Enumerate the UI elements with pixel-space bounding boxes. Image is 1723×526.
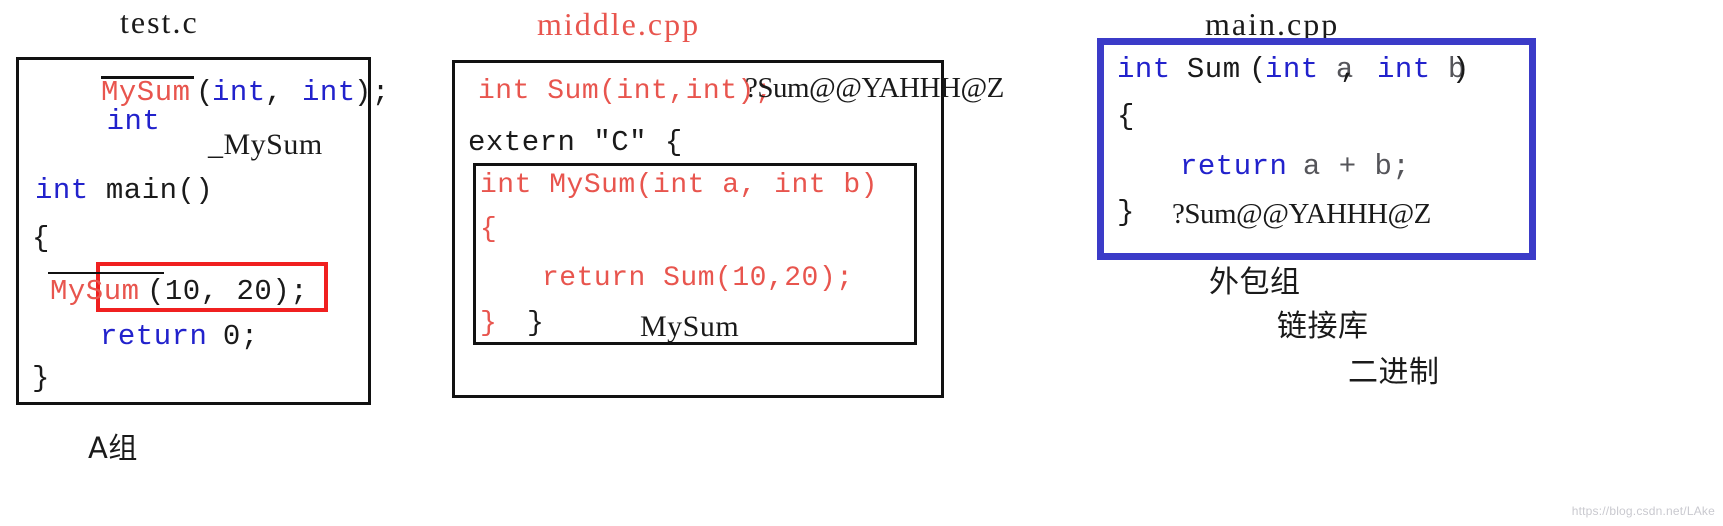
left-line1-param1-type: int — [212, 76, 266, 109]
left-line1-func-name: MySum — [101, 76, 191, 109]
middle-mysum-close-brace: } — [480, 308, 498, 339]
right-close-brace: } — [1117, 196, 1135, 229]
left-line1-close-paren: ); — [354, 76, 390, 109]
left-return-keyword: return — [100, 320, 208, 353]
diagram-canvas: test.c int MySum ( int , int ); _MySum i… — [0, 0, 1723, 526]
right-mangled-name: ?Sum@@YAHHH@Z — [1172, 198, 1431, 230]
right-line1-keyword-int: int — [1117, 53, 1171, 86]
right-label-outsourcing-group: 外包组 — [1209, 265, 1301, 300]
panel-middle-title: middle.cpp — [537, 6, 701, 42]
right-line1-param2-type: int — [1377, 53, 1431, 86]
csdn-watermark: https://blog.csdn.net/LAke — [1571, 504, 1715, 518]
left-line3-keyword-int: int — [35, 174, 89, 207]
panel-right-title: main.cpp — [1205, 6, 1340, 42]
right-line1-comma: , — [1340, 53, 1376, 86]
left-return-value: 0; — [205, 320, 259, 353]
panel-left-group-label: A组 — [88, 431, 138, 465]
right-label-binary: 二进制 — [1348, 355, 1440, 390]
right-line1-close-paren: ) — [1452, 53, 1470, 86]
right-label-link-library: 链接库 — [1277, 309, 1369, 344]
keyword-int: int — [106, 105, 161, 138]
middle-mysum-open-brace: { — [480, 214, 498, 245]
left-open-brace: { — [32, 222, 50, 255]
right-line1-param1-type: int — [1265, 53, 1319, 86]
middle-mysum-return: return Sum(10,20); — [542, 263, 854, 294]
middle-extern-close-brace: } — [527, 308, 545, 339]
right-return-keyword: return — [1180, 150, 1288, 183]
left-line3-main: main() — [88, 174, 214, 207]
middle-mangled-name: ?Sum@@YAHHH@Z — [745, 72, 1004, 104]
left-decorated-name-annotation: _MySum — [208, 128, 323, 161]
right-return-expression: a + b; — [1285, 150, 1411, 183]
left-call-args: (10, 20); — [147, 275, 309, 308]
left-line1-param2-type: int — [302, 76, 356, 109]
left-call-underline — [48, 272, 164, 274]
right-line1-func-name: Sum — [1169, 53, 1241, 86]
middle-sum-declaration: int Sum(int,int); — [478, 76, 773, 107]
right-open-brace: { — [1117, 100, 1135, 133]
left-close-brace: } — [32, 362, 50, 395]
panel-left-title: test.c — [120, 4, 199, 40]
middle-exported-symbol: MySum — [640, 310, 740, 343]
left-call-func-name: MySum — [50, 275, 140, 308]
middle-mysum-signature: int MySum(int a, int b) — [480, 170, 878, 201]
middle-extern-c: extern "C" { — [468, 126, 683, 159]
left-line1-comma: , — [265, 76, 301, 109]
